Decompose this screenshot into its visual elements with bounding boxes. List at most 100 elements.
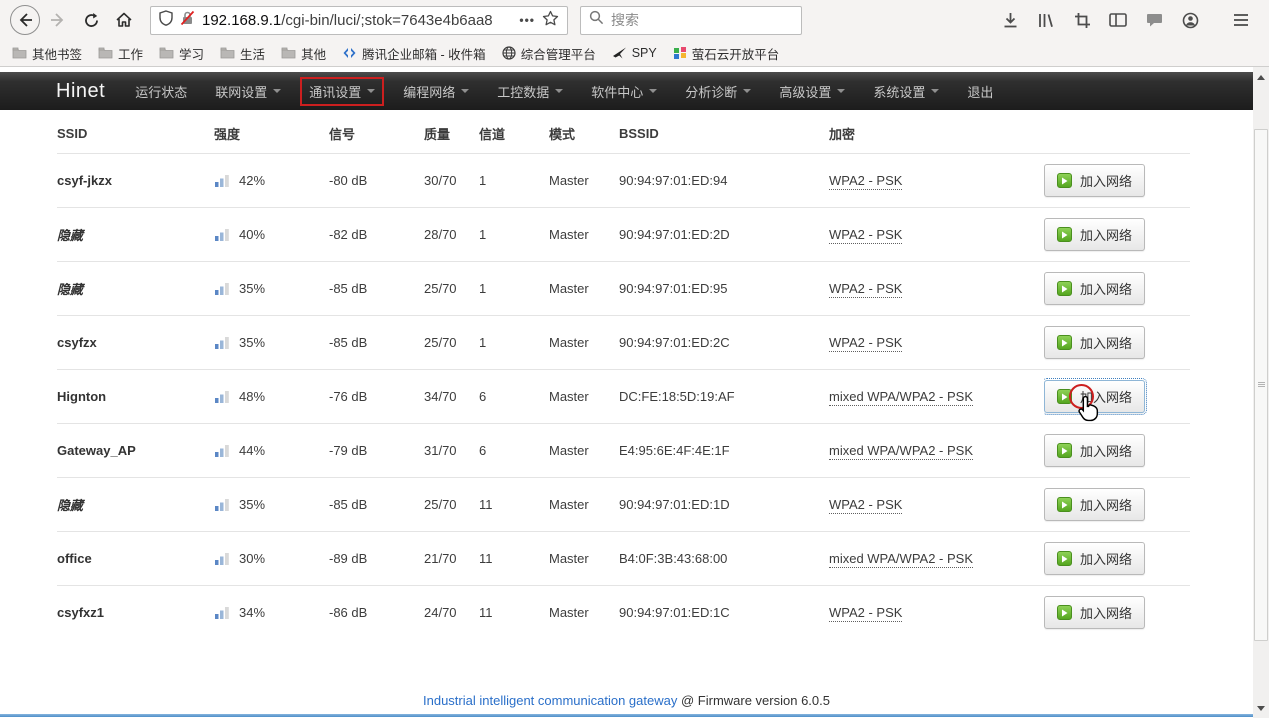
strength-value: 48% bbox=[239, 389, 265, 404]
join-network-button[interactable]: 加入网络 bbox=[1044, 434, 1145, 467]
nav-menu-item[interactable]: 系统设置 bbox=[859, 82, 953, 101]
wifi-scan-table: SSID 强度 信号 质量 信道 模式 BSSID 加密 bbox=[57, 116, 1190, 640]
column-header: 质量 bbox=[424, 116, 479, 154]
signal-cell: -79 dB bbox=[329, 424, 424, 478]
address-bar[interactable]: 192.168.9.1/cgi-bin/luci/;stok=7643e4b6a… bbox=[150, 6, 568, 35]
gateway-link[interactable]: Industrial intelligent communication gat… bbox=[423, 693, 677, 708]
join-network-button[interactable]: 加入网络 bbox=[1044, 218, 1145, 251]
encryption-cell: mixed WPA/WPA2 - PSK bbox=[829, 443, 973, 460]
encryption-cell: WPA2 - PSK bbox=[829, 605, 902, 622]
channel-cell: 11 bbox=[479, 478, 549, 532]
page-actions-icon[interactable]: ••• bbox=[519, 13, 535, 27]
encryption-cell: WPA2 - PSK bbox=[829, 497, 902, 514]
scroll-down-arrow[interactable] bbox=[1253, 700, 1269, 716]
signal-strength-icon bbox=[214, 605, 230, 620]
encryption-cell: WPA2 - PSK bbox=[829, 335, 902, 352]
join-network-button[interactable]: 加入网络 bbox=[1044, 488, 1145, 521]
bookmark-folder[interactable]: 学习 bbox=[151, 40, 212, 66]
table-row: 隐藏 35% -85 dB 25/70 1 bbox=[57, 262, 1190, 316]
bssid-cell: 90:94:97:01:ED:1C bbox=[619, 586, 829, 640]
bookmark-folder[interactable]: 其他 bbox=[273, 40, 334, 66]
ssid-cell: csyf-jkzx bbox=[57, 154, 214, 208]
ssid-cell: 隐藏 bbox=[57, 478, 214, 532]
join-network-button[interactable]: 加入网络 bbox=[1044, 542, 1145, 575]
ssid-cell: Hignton bbox=[57, 370, 214, 424]
channel-cell: 1 bbox=[479, 262, 549, 316]
vertical-scrollbar[interactable] bbox=[1253, 67, 1269, 718]
signal-cell: -80 dB bbox=[329, 154, 424, 208]
quality-cell: 31/70 bbox=[424, 424, 479, 478]
nav-menu-item[interactable]: 分析诊断 bbox=[671, 82, 765, 101]
nav-menu-item[interactable]: 退出 bbox=[953, 82, 1007, 101]
bssid-cell: 90:94:97:01:ED:95 bbox=[619, 262, 829, 316]
column-header: 加密 bbox=[829, 116, 1044, 154]
mode-cell: Master bbox=[549, 154, 619, 208]
download-icon[interactable] bbox=[995, 5, 1025, 35]
table-row: csyfxz1 34% -86 dB 24/70 11 bbox=[57, 586, 1190, 640]
play-icon bbox=[1057, 389, 1072, 404]
page-content: Hinet 运行状态 联网设置 通讯设置 编程网络 bbox=[0, 68, 1253, 718]
window-bottom-edge bbox=[0, 714, 1262, 717]
bookmark-folder[interactable]: 生活 bbox=[212, 40, 273, 66]
chevron-down-icon bbox=[461, 89, 469, 93]
sidebar-icon[interactable] bbox=[1103, 5, 1133, 35]
home-button[interactable] bbox=[109, 5, 139, 35]
nav-menu-item[interactable]: 联网设置 bbox=[201, 82, 295, 101]
nav-menu-item[interactable]: 工控数据 bbox=[483, 82, 577, 101]
signal-strength-icon bbox=[214, 173, 230, 188]
bookmark-management-platform[interactable]: 综合管理平台 bbox=[494, 40, 604, 66]
chevron-down-icon bbox=[743, 89, 751, 93]
bookmark-folder[interactable]: 工作 bbox=[90, 40, 151, 66]
tracking-protection-shield-icon[interactable] bbox=[159, 10, 173, 31]
ssid-cell: Gateway_AP bbox=[57, 424, 214, 478]
nav-menu-item[interactable]: 高级设置 bbox=[765, 82, 859, 101]
scroll-up-arrow[interactable] bbox=[1253, 69, 1269, 85]
folder-icon bbox=[159, 47, 174, 59]
search-input[interactable]: 搜索 bbox=[580, 6, 802, 35]
bookmark-spy[interactable]: SPY bbox=[604, 40, 665, 66]
play-icon bbox=[1057, 173, 1072, 188]
nav-menu-item[interactable]: 编程网络 bbox=[389, 82, 483, 101]
scrollbar-thumb[interactable] bbox=[1254, 129, 1268, 641]
join-network-button[interactable]: 加入网络 bbox=[1044, 326, 1145, 359]
insecure-connection-icon[interactable] bbox=[180, 10, 195, 31]
signal-strength-icon bbox=[214, 443, 230, 458]
strength-value: 35% bbox=[239, 281, 265, 296]
bookmark-ezviz[interactable]: 萤石云开放平台 bbox=[665, 40, 788, 66]
signal-strength-icon bbox=[214, 281, 230, 296]
table-row: Hignton 48% -76 dB 34/70 6 bbox=[57, 370, 1190, 424]
back-button[interactable] bbox=[10, 5, 40, 35]
mode-cell: Master bbox=[549, 316, 619, 370]
join-network-button[interactable]: 加入网络 bbox=[1044, 596, 1145, 629]
nav-menu-item[interactable]: 通讯设置 bbox=[300, 77, 384, 106]
join-network-button[interactable]: 加入网络 bbox=[1044, 164, 1145, 197]
bookmark-folder[interactable]: 其他书签 bbox=[4, 40, 90, 66]
menu-hamburger-icon[interactable] bbox=[1226, 5, 1256, 35]
join-network-button[interactable]: 加入网络 bbox=[1044, 380, 1145, 413]
quality-cell: 30/70 bbox=[424, 154, 479, 208]
bookmark-star-icon[interactable] bbox=[542, 10, 559, 31]
brand-logo[interactable]: Hinet bbox=[56, 80, 105, 103]
table-row: csyf-jkzx 42% -80 dB 30/70 bbox=[57, 154, 1190, 208]
account-icon[interactable] bbox=[1175, 5, 1205, 35]
signal-cell: -86 dB bbox=[329, 586, 424, 640]
join-network-button[interactable]: 加入网络 bbox=[1044, 272, 1145, 305]
table-row: Gateway_AP 44% -79 dB 31/70 bbox=[57, 424, 1190, 478]
messages-icon[interactable] bbox=[1139, 5, 1169, 35]
table-row: office 30% -89 dB 21/70 11 bbox=[57, 532, 1190, 586]
bookmark-tencent-mail[interactable]: 腾讯企业邮箱 - 收件箱 bbox=[334, 40, 494, 66]
reload-button[interactable] bbox=[76, 5, 106, 35]
mode-cell: Master bbox=[549, 424, 619, 478]
chevron-down-icon bbox=[555, 89, 563, 93]
screenshot-crop-icon[interactable] bbox=[1067, 5, 1097, 35]
forward-button[interactable] bbox=[43, 5, 73, 35]
nav-menu-item[interactable]: 软件中心 bbox=[577, 82, 671, 101]
encryption-cell: mixed WPA/WPA2 - PSK bbox=[829, 551, 973, 568]
encryption-cell: WPA2 - PSK bbox=[829, 227, 902, 244]
firmware-version: @ Firmware version 6.0.5 bbox=[677, 693, 830, 708]
strength-value: 40% bbox=[239, 227, 265, 242]
nav-menu-item[interactable]: 运行状态 bbox=[121, 82, 201, 101]
bssid-cell: E4:95:6E:4F:4E:1F bbox=[619, 424, 829, 478]
quality-cell: 28/70 bbox=[424, 208, 479, 262]
library-icon[interactable] bbox=[1031, 5, 1061, 35]
